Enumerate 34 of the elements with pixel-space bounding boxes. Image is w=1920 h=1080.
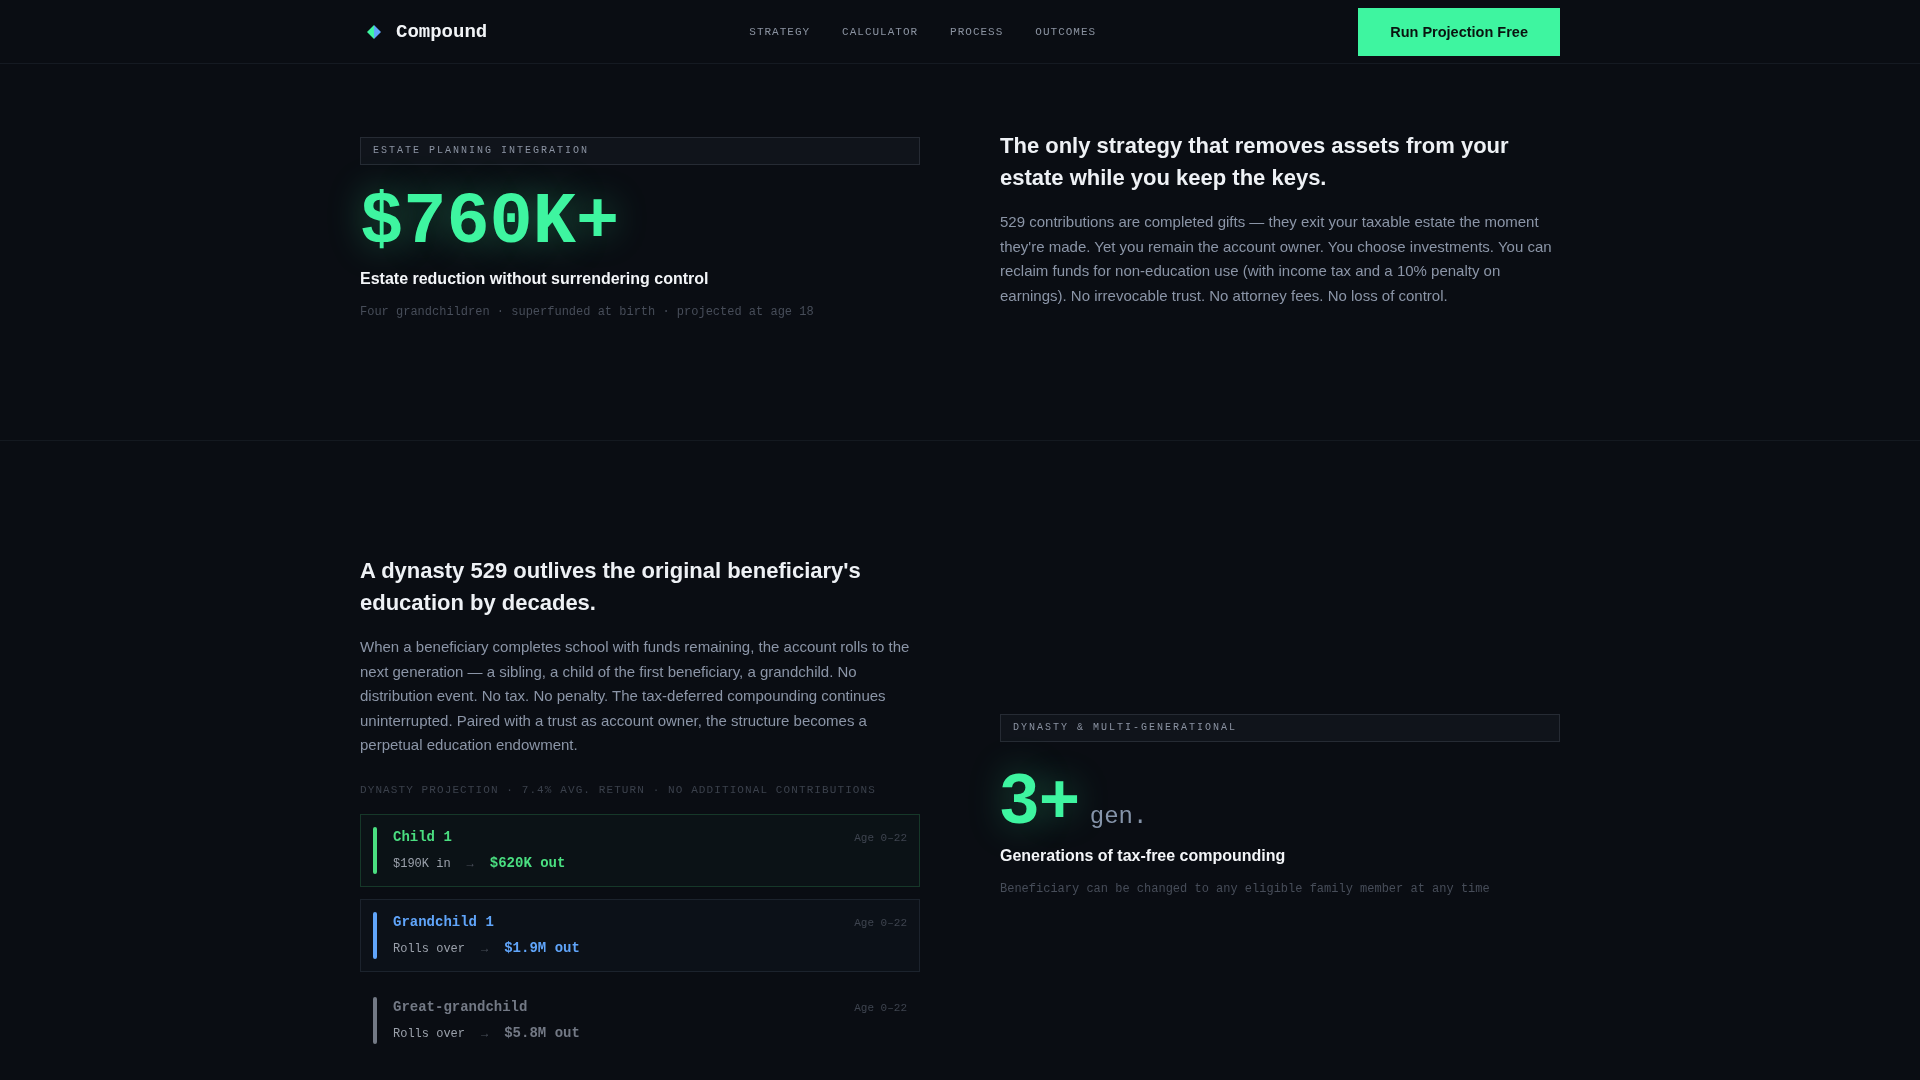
brand-name: Compound xyxy=(396,19,488,44)
category-tag: ESTATE PLANNING INTEGRATION xyxy=(360,137,920,165)
nav-link[interactable]: PROCESS xyxy=(950,23,1004,40)
stat-note: Four grandchildren · superfunded at birth · projected at age 18 xyxy=(360,304,814,321)
nav-link[interactable]: OUTCOMES xyxy=(1035,23,1097,40)
nav-link[interactable]: STRATEGY xyxy=(749,23,811,40)
body-paragraph: 529 contributions are completed gifts — they exit your taxable estate the moment they're made. Yet you remain the account owner. You choose investments. You can reclaim funds for non-education use (with income tax and a 10% penalty on earnings). No irrevocable trust. No attorney fees. No loss of control. xyxy=(1000,212,1553,306)
diamond-icon xyxy=(367,24,381,39)
stat-value: $760K+ xyxy=(360,187,620,259)
age-range: Age 0–22 xyxy=(854,1000,907,1016)
flow-label: Rolls over xyxy=(393,1025,465,1043)
run-projection-button[interactable]: Run Projection Free xyxy=(1358,7,1560,56)
payout-value: $5.8M out xyxy=(504,1023,580,1043)
stat-unit: gen. xyxy=(1089,802,1148,831)
flow-arrow: → xyxy=(481,1025,489,1043)
category-tag: DYNASTY & MULTI-GENERATIONAL xyxy=(1000,713,1560,742)
flow-arrow: → xyxy=(466,855,474,873)
section-heading: The only strategy that removes assets from your estate while you keep the keys. xyxy=(1000,132,1510,192)
flow-arrow: → xyxy=(481,940,489,958)
stat-caption: Generations of tax-free compounding xyxy=(1000,845,1286,866)
projection-caption: DYNASTY PROJECTION · 7.4% AVG. RETURN · NO ADDITIONAL CONTRIBUTIONS xyxy=(360,782,876,798)
stat-caption: Estate reduction without surrendering control xyxy=(360,269,709,289)
section-heading: A dynasty 529 outlives the original beneficiary's education by decades. xyxy=(360,557,862,617)
generation-name: Great-grandchild xyxy=(393,997,528,1017)
body-paragraph: When a beneficiary completes school with funds remaining, the account rolls to the next generation — a sibling, a child of the first beneficiary, a grandchild. No distribution event. No tax. No penalty. The tax-deferred compounding continues uninterrupted. Paired with a trust as account owner, the structure becomes a perpetual education endowment. xyxy=(360,637,911,755)
stat-value: 3+ xyxy=(1000,763,1080,834)
stat-note: Beneficiary can be changed to any eligible family member at any time xyxy=(1000,880,1490,898)
nav-link[interactable]: CALCULATOR xyxy=(842,23,919,40)
payout-value: $1.9M out xyxy=(504,938,580,958)
payout-value: $620K out xyxy=(489,853,566,873)
flow-label: $190K in xyxy=(393,855,451,873)
generation-name: Child 1 xyxy=(393,827,452,847)
flow-label: Rolls over xyxy=(393,940,465,958)
generation-name: Grandchild 1 xyxy=(393,912,494,932)
